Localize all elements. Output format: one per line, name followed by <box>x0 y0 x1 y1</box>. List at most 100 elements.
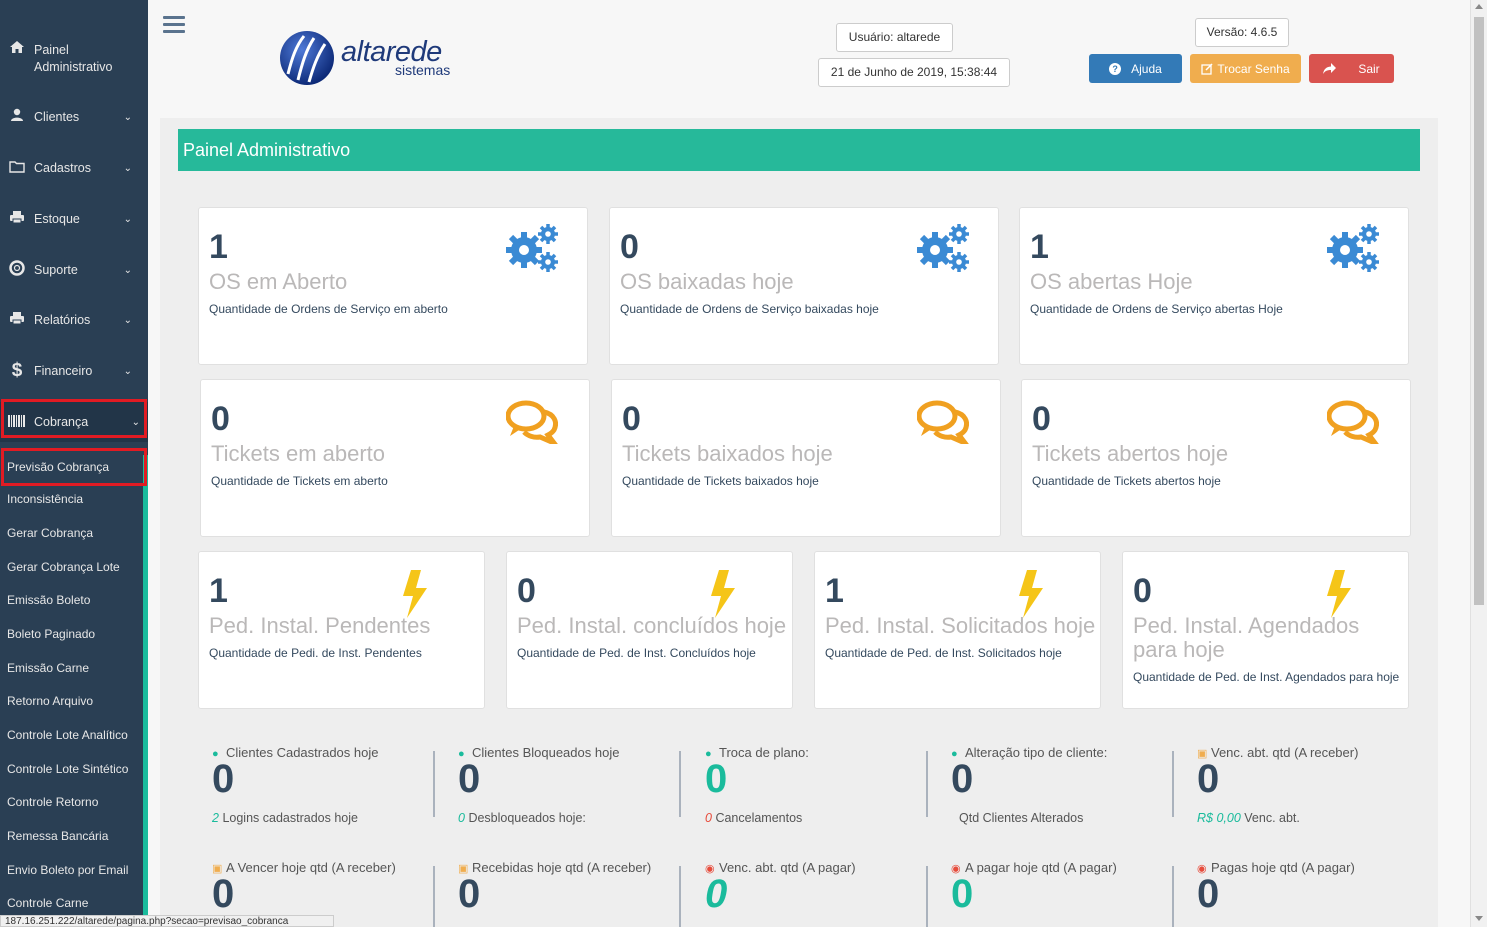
lifebuoy-icon <box>8 260 26 280</box>
logout-button[interactable]: Sair <box>1309 54 1394 83</box>
print-icon <box>8 311 26 329</box>
card-description: Quantidade de Ordens de Serviço abertas … <box>1030 302 1283 316</box>
stat-sub-label: Qtd Clientes Alterados <box>959 811 1084 825</box>
scroll-up-arrow-icon[interactable] <box>1475 4 1483 9</box>
card-count: 0 <box>1133 572 1152 610</box>
card-ped-instal-solicitados-hoje[interactable]: 1 Ped. Instal. Solicitados hoje Quantida… <box>814 551 1101 709</box>
submenu-item-emissao-carne[interactable]: Emissão Carne <box>0 652 143 684</box>
submenu-item-gerar-cobranca-lote[interactable]: Gerar Cobrança Lote <box>0 551 143 583</box>
card-title: Ped. Instal. Solicitados hoje <box>825 613 1096 638</box>
stat-label: A Vencer hoje qtd (A receber) <box>226 860 396 875</box>
stat-sub-label: Cancelamentos <box>715 811 803 825</box>
chevron-down-icon: ⌄ <box>123 162 132 174</box>
submenu-item-controle-retorno[interactable]: Controle Retorno <box>0 786 143 818</box>
sidebar-item-label: Relatórios <box>34 313 91 327</box>
stat-label: Troca de plano: <box>719 745 809 760</box>
card-title: Ped. Instal. Pendentes <box>209 613 431 638</box>
sidebar-item-estoque[interactable]: Estoque ⌄ <box>0 199 148 239</box>
sidebar-item-financeiro[interactable]: $ Financeiro ⌄ <box>0 351 148 391</box>
submenu-item-inconsistencia[interactable]: Inconsistência <box>0 483 143 515</box>
stat-count: 0 <box>1197 872 1220 916</box>
sidebar-item-home[interactable]: Painel Administrativo <box>0 38 148 78</box>
sidebar-item-relatorios[interactable]: Relatórios ⌄ <box>0 300 148 340</box>
folder-icon <box>8 160 26 177</box>
logo-subtext: sistemas <box>395 62 451 78</box>
card-description: Quantidade de Ordens de Serviço em abert… <box>209 302 448 316</box>
stat-sub-label: Logins cadastrados hoje <box>222 811 358 825</box>
submenu-indicator <box>143 455 148 927</box>
submenu-item-emissao-boleto[interactable]: Emissão Boleto <box>0 584 143 616</box>
print-icon <box>8 210 26 228</box>
submenu-item-remessa-bancaria[interactable]: Remessa Bancária <box>0 820 143 852</box>
submenu-item-controle-lote-analitico[interactable]: Controle Lote Analítico <box>0 719 143 751</box>
stat-count: 0 <box>458 757 481 801</box>
card-count: 0 <box>1032 400 1051 438</box>
help-button[interactable]: ? Ajuda <box>1089 54 1182 83</box>
lightning-icon <box>1327 570 1351 618</box>
gears-icon <box>1327 224 1379 272</box>
card-os-abertas-hoje[interactable]: 1 OS abertas Hoje Quantidade de Ordens d… <box>1019 207 1409 365</box>
chat-bubbles-icon <box>917 400 969 444</box>
stat-divider <box>679 751 681 817</box>
card-title: Ped. Instal. Agendados para hoje <box>1133 613 1360 662</box>
card-description: Quantidade de Pedi. de Inst. Pendentes <box>209 646 422 660</box>
chevron-down-icon: ⌄ <box>123 111 132 123</box>
menu-toggle-icon[interactable] <box>163 16 185 36</box>
sidebar-item-suporte[interactable]: Suporte ⌄ <box>0 250 148 290</box>
highlight-cobranca <box>1 399 147 438</box>
vertical-scrollbar[interactable] <box>1470 0 1487 927</box>
highlight-previsao-cobranca <box>1 448 147 486</box>
card-description: Quantidade de Tickets abertos hoje <box>1032 474 1221 488</box>
lightning-icon <box>403 570 427 618</box>
sidebar-item-label: Suporte <box>34 263 78 277</box>
stat-sub-label: Desbloqueados hoje: <box>468 811 586 825</box>
change-password-label: Trocar Senha <box>1217 61 1290 76</box>
scroll-down-arrow-icon[interactable] <box>1475 916 1483 921</box>
submenu-item-controle-lote-sintetico[interactable]: Controle Lote Sintético <box>0 753 143 785</box>
datetime-display: 21 de Junho de 2019, 15:38:44 <box>818 58 1010 87</box>
change-password-button[interactable]: Trocar Senha <box>1190 54 1301 83</box>
card-tickets-abertos-hoje[interactable]: 0 Tickets abertos hoje Quantidade de Tic… <box>1021 379 1411 537</box>
stat-count: 0 <box>212 872 235 916</box>
stat-divider <box>679 866 681 927</box>
card-count: 0 <box>620 228 639 266</box>
sidebar-item-clientes[interactable]: Clientes ⌄ <box>0 97 148 137</box>
stat-count: 0 <box>951 872 974 916</box>
gears-icon <box>917 224 969 272</box>
submenu-item-retorno-arquivo[interactable]: Retorno Arquivo <box>0 685 143 717</box>
card-count: 0 <box>622 400 641 438</box>
card-ped-instal-pendentes[interactable]: 1 Ped. Instal. Pendentes Quantidade de P… <box>198 551 485 709</box>
stat-divider <box>926 751 928 817</box>
stat-divider <box>926 866 928 927</box>
stat-label: Venc. abt. qtd (A pagar) <box>719 860 856 875</box>
stat-count: 0 <box>212 757 235 801</box>
card-count: 1 <box>209 228 228 266</box>
stat-label: A pagar hoje qtd (A pagar) <box>965 860 1117 875</box>
dollar-icon: $ <box>11 360 23 381</box>
card-count: 0 <box>517 572 536 610</box>
card-tickets-em-aberto[interactable]: 0 Tickets em aberto Quantidade de Ticket… <box>200 379 590 537</box>
card-description: Quantidade de Tickets baixados hoje <box>622 474 819 488</box>
card-tickets-baixados-hoje[interactable]: 0 Tickets baixados hoje Quantidade de Ti… <box>611 379 1001 537</box>
help-label: Ajuda <box>1131 61 1162 76</box>
stat-label: Clientes Cadastrados hoje <box>226 745 379 760</box>
card-os-em-aberto[interactable]: 1 OS em Aberto Quantidade de Ordens de S… <box>198 207 588 365</box>
sidebar-item-label: Financeiro <box>34 364 93 378</box>
user-icon <box>8 108 26 126</box>
chevron-down-icon: ⌄ <box>123 213 132 225</box>
logo: altarede sistemas <box>278 28 468 88</box>
submenu-item-boleto-paginado[interactable]: Boleto Paginado <box>0 618 143 650</box>
stat-divider <box>1172 866 1174 927</box>
card-description: Quantidade de Tickets em aberto <box>211 474 388 488</box>
stat-sub-value: 2 <box>212 811 219 825</box>
stat-label: Clientes Bloqueados hoje <box>472 745 620 760</box>
sidebar-item-cadastros[interactable]: Cadastros ⌄ <box>0 148 148 188</box>
card-ped-instal-agendados-hoje[interactable]: 0 Ped. Instal. Agendados para hoje Quant… <box>1122 551 1409 709</box>
chat-bubbles-icon <box>1327 400 1379 444</box>
submenu-item-gerar-cobranca[interactable]: Gerar Cobrança <box>0 517 143 549</box>
card-ped-instal-concluidos-hoje[interactable]: 0 Ped. Instal. concluídos hoje Quantidad… <box>506 551 793 709</box>
submenu-item-envio-boleto-email[interactable]: Envio Boleto por Email <box>0 854 143 886</box>
card-os-baixadas-hoje[interactable]: 0 OS baixadas hoje Quantidade de Ordens … <box>609 207 999 365</box>
logout-label: Sair <box>1358 61 1380 76</box>
scroll-thumb[interactable] <box>1474 17 1484 605</box>
